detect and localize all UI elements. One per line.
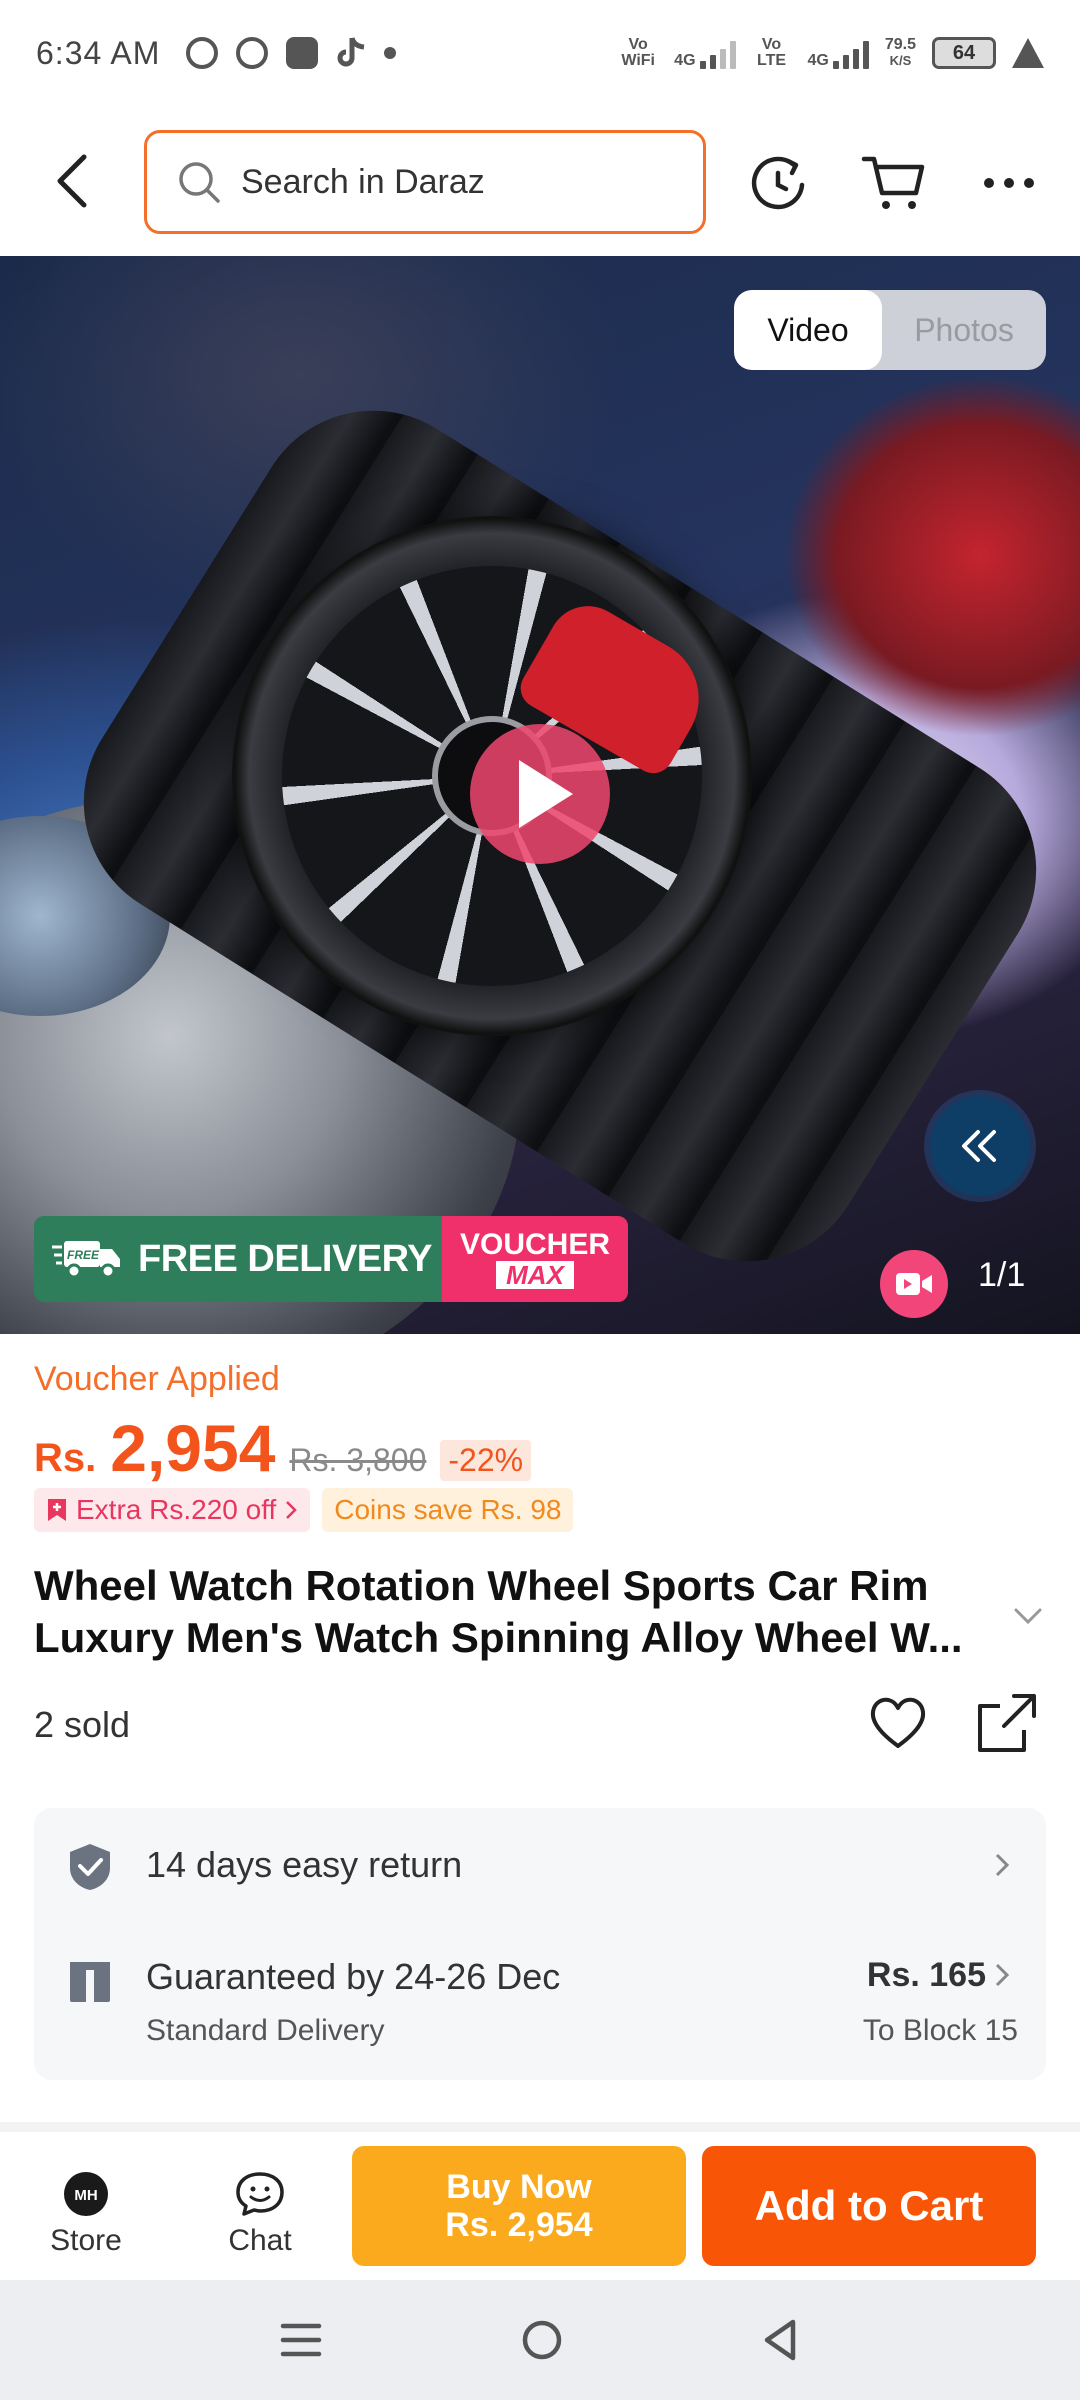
cart-icon	[861, 156, 925, 209]
signal-1-label: 4G	[674, 52, 696, 69]
chat-label: Chat	[228, 2224, 292, 2257]
chevron-right-icon	[995, 1853, 1010, 1877]
media-toggle: Video Photos	[734, 290, 1046, 370]
status-bar: 6:34 AM Vo WiFi 4G Vo LTE 4G 79.5 K/S 64	[0, 0, 1080, 106]
collapse-button[interactable]	[930, 1096, 1030, 1196]
search-icon	[179, 162, 220, 203]
speed-value: 79.5	[884, 36, 916, 53]
store-logo-text: MH	[74, 2187, 97, 2204]
more-icon	[984, 178, 1034, 188]
back-arrow-icon	[57, 154, 87, 208]
package-icon	[70, 1962, 110, 2002]
notification-icons	[186, 36, 397, 70]
section-divider	[0, 2122, 1080, 2132]
chevron-right-icon	[995, 1963, 1010, 1987]
extra-off-text: Extra Rs.220 off	[76, 1494, 277, 1525]
free-delivery-badge: FREE FREE DELIVERY	[34, 1216, 442, 1302]
double-chevron-left-icon	[962, 1130, 996, 1162]
system-navigation-bar	[0, 2280, 1080, 2400]
recent-apps-icon[interactable]	[279, 2320, 323, 2360]
discount-badge: -22%	[440, 1440, 532, 1481]
whatsapp-icon	[236, 37, 269, 69]
top-header: Search in Daraz	[0, 106, 1080, 256]
price-row: Rs. 2,954 Rs. 3,800 -22%	[34, 1410, 532, 1486]
original-price: Rs. 3,800	[289, 1442, 427, 1478]
volte-label: Vo LTE	[757, 36, 787, 69]
free-tag: FREE	[67, 1248, 100, 1262]
back-triangle-icon[interactable]	[761, 2318, 801, 2362]
search-placeholder: Search in Daraz	[241, 162, 485, 201]
tab-video[interactable]: Video	[734, 290, 882, 370]
price-value: 2,954	[110, 1411, 276, 1485]
product-title[interactable]: Wheel Watch Rotation Wheel Sports Car Ri…	[34, 1560, 994, 1664]
wishlist-heart-icon[interactable]	[866, 1690, 930, 1754]
voucher-text: VOUCHER	[459, 1228, 610, 1261]
battery-icon: 64	[932, 37, 996, 69]
network-speed: 79.5 K/S	[885, 37, 916, 69]
app-icon	[286, 37, 319, 69]
max-text: MAX	[496, 1261, 574, 1289]
chevron-right-icon	[286, 1501, 298, 1519]
promo-banner: FREE FREE DELIVERY VOUCHER MAX	[34, 1216, 628, 1302]
delivery-date: Guaranteed by 24-26 Dec	[146, 1956, 561, 1997]
more-options-button[interactable]	[974, 148, 1044, 218]
sold-count: 2 sold	[34, 1704, 131, 1745]
product-media[interactable]: Video Photos FREE FREE DELIVERY VOUCHER …	[0, 256, 1080, 1334]
signal-2: 4G	[808, 37, 869, 69]
delivery-truck-icon: FREE	[50, 1237, 124, 1281]
service-card: 14 days easy return Guaranteed by 24-26 …	[34, 1808, 1046, 2080]
chat-icon	[236, 2172, 284, 2216]
coins-save-chip: Coins save Rs. 98	[322, 1488, 574, 1532]
store-label: Store	[50, 2224, 122, 2257]
more-notifications-dot	[384, 47, 397, 59]
video-camera-icon	[896, 1273, 932, 1295]
return-policy-text: 14 days easy return	[146, 1844, 463, 1885]
free-delivery-text: FREE DELIVERY	[138, 1237, 433, 1280]
media-counter: 1/1	[978, 1256, 1026, 1294]
price-currency: Rs.	[34, 1436, 97, 1480]
play-icon	[519, 760, 573, 828]
tab-photos[interactable]: Photos	[882, 290, 1046, 370]
signal-2-bars-icon	[832, 37, 869, 69]
return-policy-row[interactable]: 14 days easy return	[34, 1808, 1046, 1920]
delivery-fee: Rs. 165	[866, 1956, 986, 1994]
buy-now-label: Buy Now	[446, 2168, 592, 2206]
expand-title-chevron-down-icon[interactable]	[1010, 1600, 1046, 1630]
refresh-button[interactable]	[743, 148, 813, 218]
extra-off-chip[interactable]: Extra Rs.220 off	[34, 1488, 311, 1532]
signal-1: 4G	[674, 37, 736, 69]
delivery-row[interactable]: Guaranteed by 24-26 Dec Standard Deliver…	[34, 1920, 1046, 2080]
speed-unit: K/S	[889, 53, 912, 68]
back-button[interactable]	[40, 146, 104, 216]
bottom-action-bar: MH Store Chat Buy Now Rs. 2,954 Add to C…	[0, 2132, 1080, 2280]
voucher-applied-label: Voucher Applied	[34, 1360, 280, 1398]
share-icon[interactable]	[974, 1690, 1040, 1756]
promo-row: Extra Rs.220 off Coins save Rs. 98	[34, 1488, 574, 1532]
refresh-icon	[751, 156, 805, 210]
lab-icon	[1012, 38, 1044, 68]
chat-button[interactable]: Chat	[200, 2170, 320, 2258]
delivery-location: To Block 15	[862, 2014, 1018, 2047]
store-logo-icon: MH	[64, 2172, 108, 2216]
cart-button[interactable]	[858, 148, 928, 218]
delivery-type: Standard Delivery	[146, 2014, 385, 2047]
message-icon	[186, 37, 219, 69]
signal-2-label: 4G	[807, 52, 829, 69]
coupon-icon	[48, 1499, 66, 1521]
store-button[interactable]: MH Store	[26, 2170, 146, 2258]
vowifi-label: Vo WiFi	[621, 36, 655, 69]
play-video-button[interactable]	[470, 724, 610, 864]
tiktok-icon	[337, 37, 365, 67]
status-time: 6:34 AM	[36, 34, 161, 71]
add-to-cart-button[interactable]: Add to Cart	[702, 2146, 1036, 2266]
home-icon[interactable]	[520, 2318, 564, 2362]
buy-now-price: Rs. 2,954	[445, 2206, 593, 2244]
buy-now-button[interactable]: Buy Now Rs. 2,954	[352, 2146, 686, 2266]
video-button[interactable]	[880, 1250, 948, 1318]
shield-check-icon	[70, 1844, 110, 1890]
system-status: Vo WiFi 4G Vo LTE 4G 79.5 K/S 64	[618, 37, 1044, 69]
signal-1-bars-icon	[699, 37, 736, 69]
voucher-max-badge: VOUCHER MAX	[442, 1216, 628, 1302]
search-bar[interactable]: Search in Daraz	[144, 130, 706, 234]
